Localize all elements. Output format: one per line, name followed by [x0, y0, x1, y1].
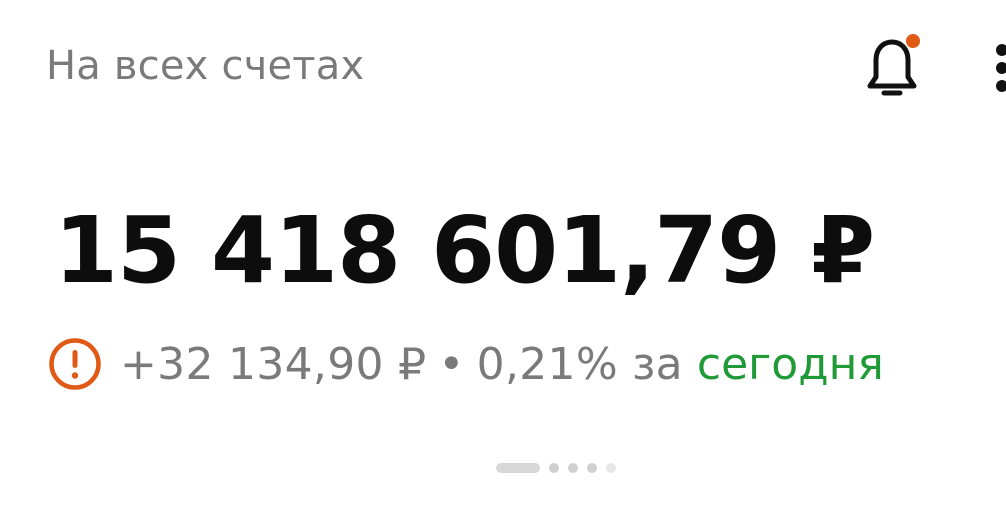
accounts-summary-screen: На всех счетах 15 418 601,79 ₽ +32 134,9… — [0, 0, 1006, 515]
more-dot — [996, 80, 1006, 92]
pager-dot-active[interactable] — [496, 463, 540, 473]
pager-dot[interactable] — [568, 463, 578, 473]
daily-change-row: +32 134,90 ₽ • 0,21% за сегодня — [48, 332, 884, 396]
page-title: На всех счетах — [46, 43, 365, 89]
more-options-button[interactable] — [988, 36, 1006, 96]
change-amount: +32 134,90 ₽ — [120, 338, 427, 390]
pager-dot[interactable] — [549, 463, 559, 473]
carousel-pager — [496, 462, 616, 474]
change-separator: • — [438, 338, 465, 390]
total-balance: 15 418 601,79 ₽ — [54, 197, 875, 304]
warning-icon[interactable] — [48, 337, 102, 391]
pager-dot[interactable] — [587, 463, 597, 473]
more-dot — [996, 44, 1006, 56]
change-percent: 0,21% — [476, 338, 618, 390]
more-dot — [996, 62, 1006, 74]
period-prefix: за — [631, 338, 683, 390]
period-selector-link[interactable]: сегодня — [697, 339, 884, 390]
pager-dot[interactable] — [606, 463, 616, 473]
notification-badge — [906, 34, 920, 48]
notifications-button[interactable] — [858, 30, 928, 102]
